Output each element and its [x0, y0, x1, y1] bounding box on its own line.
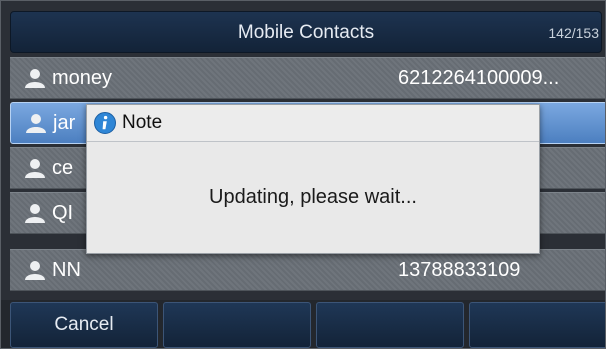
cancel-button[interactable]: Cancel — [10, 302, 158, 348]
contact-row-1[interactable]: money 6212264100009... — [10, 57, 605, 99]
contact-counter: 142/153 — [548, 25, 599, 41]
person-icon — [26, 114, 46, 133]
softkey-2[interactable] — [163, 302, 311, 348]
softkey-3[interactable] — [316, 302, 464, 348]
dialog-message: Updating, please wait... — [209, 186, 417, 208]
contact-name: QI — [52, 202, 74, 224]
contact-row-5[interactable]: NN 13788833109 — [10, 249, 605, 291]
contact-number: 6212264100009... — [398, 67, 560, 89]
softkey-4[interactable] — [469, 302, 605, 348]
person-icon — [25, 261, 45, 280]
dialog-header: Note — [87, 105, 539, 142]
contact-name: jar — [53, 112, 76, 134]
title-bar: Mobile Contacts 142/153 — [10, 11, 602, 53]
person-icon — [25, 204, 45, 223]
note-dialog: Note Updating, please wait... — [86, 104, 540, 254]
page-title: Mobile Contacts — [237, 22, 375, 43]
contact-name: ce — [52, 157, 74, 179]
person-icon — [25, 159, 45, 178]
info-icon — [94, 112, 116, 134]
phone-screen: Mobile Contacts 142/153 money 6212264100… — [0, 0, 606, 349]
dialog-title: Note — [122, 112, 163, 133]
softkey-bar: Cancel — [1, 300, 605, 348]
contact-number: 13788833109 — [398, 259, 521, 281]
contact-name: NN — [52, 259, 81, 281]
contact-name: money — [52, 67, 113, 89]
person-icon — [25, 69, 45, 88]
